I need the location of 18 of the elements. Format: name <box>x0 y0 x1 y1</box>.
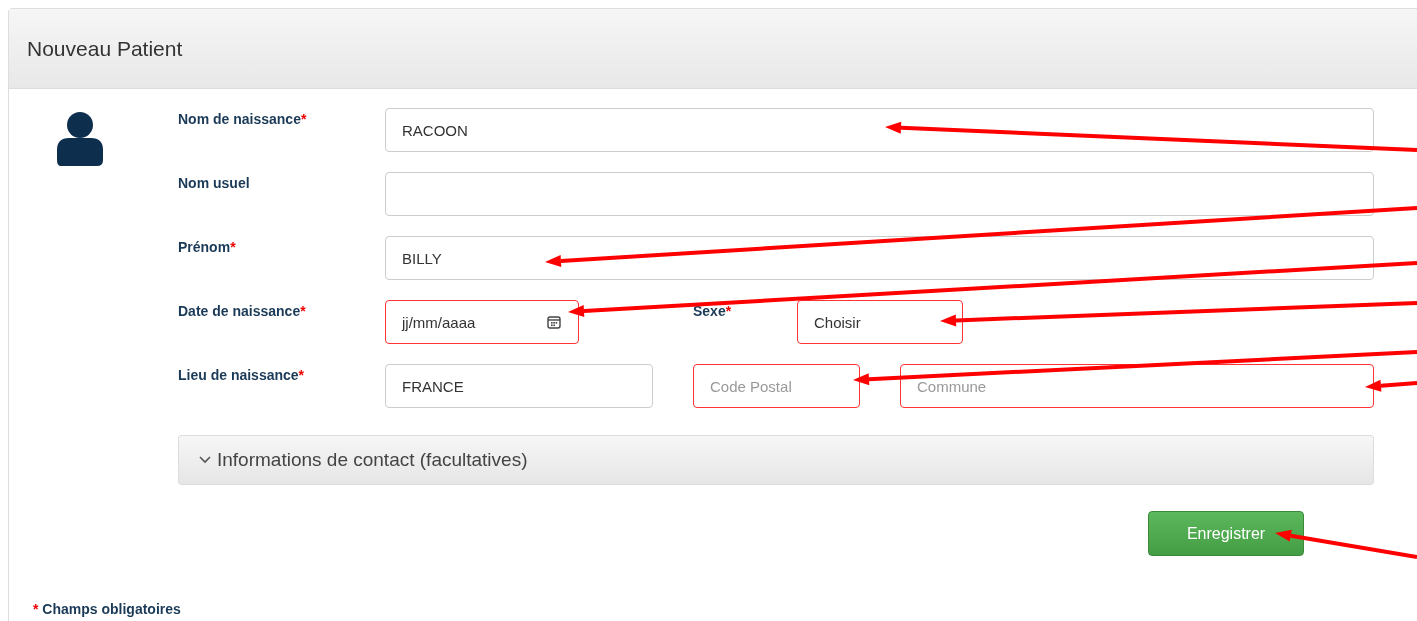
field-label: Date de naissance* <box>178 302 307 321</box>
required-note: * Champs obligatoires <box>33 601 181 617</box>
input-field[interactable]: BILLY <box>385 236 1374 280</box>
input-field[interactable]: RACOON <box>385 108 1374 152</box>
chevron-icon <box>199 456 211 464</box>
input-field[interactable]: FRANCE <box>385 364 653 408</box>
field-label: Nom usuel <box>178 174 251 193</box>
field-label: Prénom* <box>178 238 237 257</box>
field-label: Sexe* <box>693 302 733 321</box>
field-label: Lieu de naissance* <box>178 366 306 385</box>
input-field[interactable] <box>385 172 1374 216</box>
accordion-header[interactable]: Informations de contact (facultatives) <box>178 435 1374 485</box>
select-field[interactable]: Choisir <box>797 300 963 344</box>
user-icon <box>57 112 103 166</box>
date-field[interactable]: jj/mm/aaaa <box>385 300 579 344</box>
field-label: Nom de naissance* <box>178 110 308 129</box>
panel-title: Nouveau Patient <box>27 36 183 61</box>
calendar-icon[interactable] <box>546 314 562 330</box>
